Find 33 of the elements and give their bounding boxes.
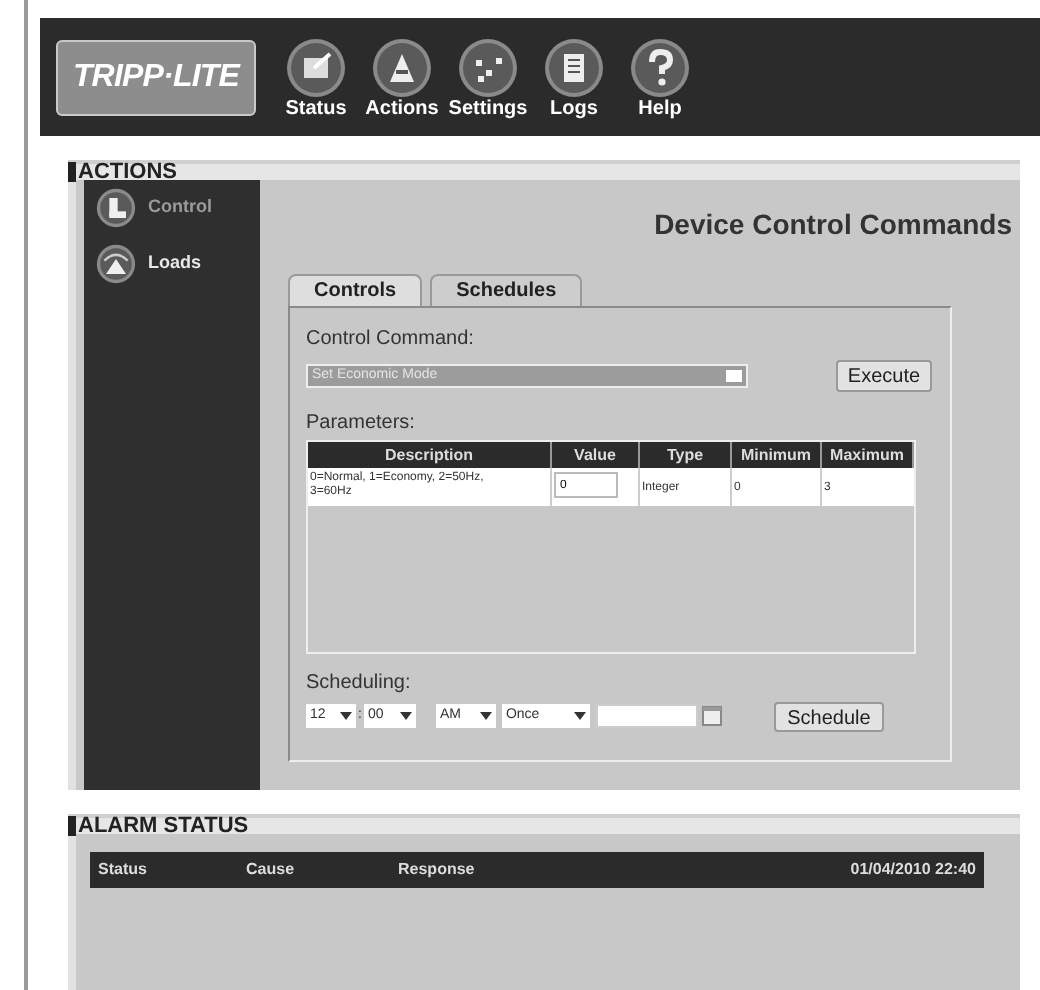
dots-icon — [458, 38, 518, 98]
caret-icon — [479, 712, 492, 720]
date-field[interactable] — [595, 704, 698, 728]
section-title: ALARM STATUS — [76, 816, 249, 836]
field-label: Control Command: — [306, 326, 476, 354]
nav-button[interactable]: Status — [278, 38, 354, 122]
tab[interactable]: Schedules — [430, 274, 583, 306]
triangle-icon — [96, 244, 136, 284]
logo: TRIPP·LITE — [56, 40, 256, 116]
nav-button[interactable]: Actions — [364, 38, 440, 122]
timestamp: 01/04/2010 22:40 — [850, 858, 976, 882]
nav-button[interactable]: Logs — [536, 38, 612, 122]
column-header: Cause — [246, 858, 297, 882]
nav-button[interactable]: Settings — [450, 38, 526, 122]
help-icon — [630, 38, 690, 98]
sidebar-item[interactable]: Loads — [96, 244, 252, 284]
document-icon — [544, 38, 604, 98]
execute-button[interactable]: Execute — [836, 360, 932, 392]
field-label: Scheduling: — [306, 670, 413, 698]
sidebar-item[interactable]: Control — [96, 188, 252, 228]
caret-icon — [573, 712, 586, 720]
column-header: Response — [398, 858, 477, 882]
tab[interactable]: Controls — [288, 274, 423, 306]
caret-icon — [399, 712, 412, 720]
nav-button[interactable]: Help — [622, 38, 698, 122]
checkbox-icon — [286, 38, 346, 98]
field-label: Parameters: — [306, 410, 417, 438]
schedule-button[interactable]: Schedule — [773, 701, 884, 731]
calendar-icon[interactable] — [701, 706, 722, 726]
section-title: ACTIONS — [76, 162, 177, 182]
caret-icon — [340, 712, 352, 720]
page-heading: Device Control Commands — [652, 206, 1012, 244]
column-header: Status — [98, 858, 149, 882]
